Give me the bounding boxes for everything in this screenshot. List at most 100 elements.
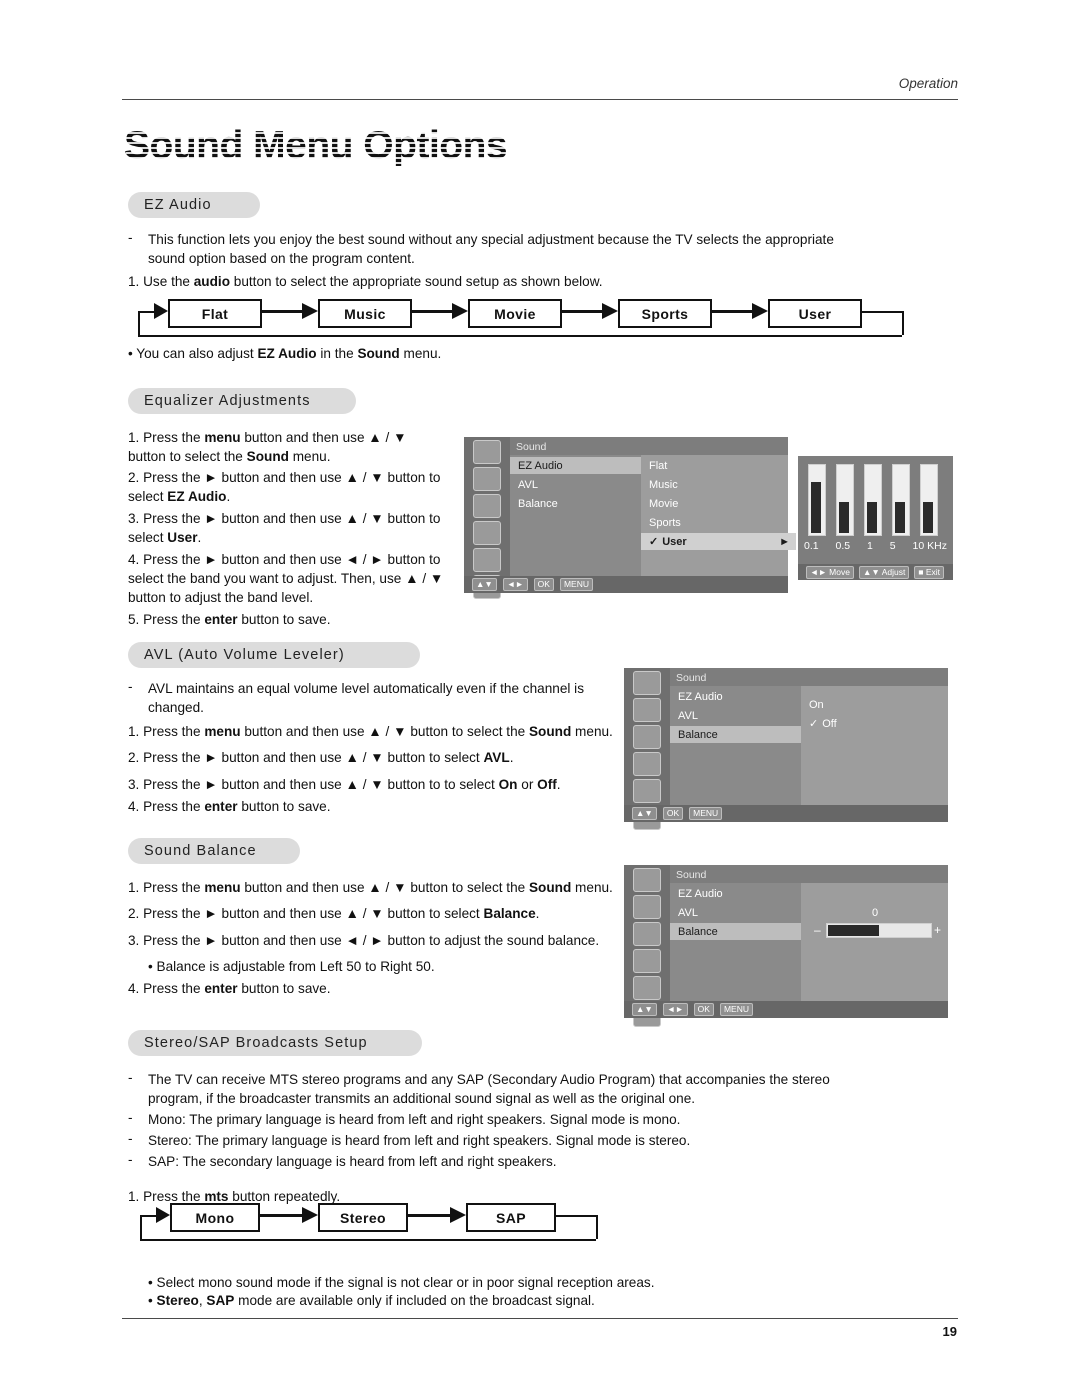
equalizer-bar-fill — [895, 502, 905, 533]
section-heading-ez-audio-label: EZ Audio — [144, 197, 212, 213]
timer-icon — [633, 922, 661, 946]
stereo-line-1: The TV can receive MTS stereo programs a… — [148, 1072, 830, 1106]
key-leftright: ◄► — [502, 578, 528, 591]
osd-check-icon: ✓ — [649, 536, 659, 548]
osd-balance-slider[interactable] — [826, 923, 932, 938]
page-title: Sound Menu Options — [124, 124, 510, 167]
balance-note: • Balance is adjustable from Left 50 to … — [148, 959, 435, 974]
osd-option-on[interactable]: On — [801, 696, 956, 713]
osd-bottom-bar-balance: ▲▼ ◄► OK MENU — [624, 1001, 948, 1018]
osd-option-flat[interactable]: Flat — [641, 457, 796, 474]
timer-icon — [473, 494, 501, 518]
osd-sound-avl: Sound EZ Audio AVL Balance On ✓ Off ▲▼ O… — [624, 668, 948, 830]
stereo-line-dash-4: - — [128, 1152, 133, 1167]
timer-icon — [633, 725, 661, 749]
balance-step-2: 2. Press the ► button and then use ▲ / ▼… — [128, 906, 540, 921]
sound-icon — [473, 521, 501, 545]
equalizer-band-label: 0.5 — [835, 540, 851, 552]
equalizer-bar[interactable] — [836, 464, 854, 536]
osd-menu-item-balance[interactable]: Balance — [670, 923, 809, 940]
equalizer-band-label: 5 — [889, 540, 896, 552]
stereo-note-2: • Stereo, SAP mode are available only if… — [148, 1293, 595, 1308]
equalizer-band-label: 10 KHz — [912, 540, 947, 552]
avl-desc-dash: - — [128, 679, 133, 694]
section-heading-equalizer: Equalizer Adjustments — [128, 388, 356, 414]
osd-option-movie[interactable]: Movie — [641, 495, 796, 512]
avl-description: AVL maintains an equal volume level auto… — [148, 681, 585, 715]
osd-sound-balance: Sound EZ Audio AVL Balance 0 – + ▲▼ ◄► O… — [624, 865, 948, 1027]
osd-title-equalizer: Sound — [516, 441, 547, 453]
equalizer-bar[interactable] — [920, 464, 938, 536]
equalizer-bar-fill — [923, 502, 933, 533]
equalizer-bar-fill — [867, 502, 877, 533]
stereo-note-1: • Select mono sound mode if the signal i… — [148, 1275, 655, 1290]
flow-box: Mono — [170, 1203, 260, 1232]
equalizer-graphic: 0.1 0.5 1 5 10 KHz ◄► Move ▲▼ Adjust ■ Exit — [798, 456, 953, 580]
osd-menu-item-ez-audio[interactable]: EZ Audio — [670, 885, 809, 902]
stereo-line-dash-3: - — [128, 1131, 133, 1146]
osd-menu-item-ez-audio[interactable]: EZ Audio — [670, 688, 809, 705]
osd-balance-minus[interactable]: – — [814, 923, 821, 937]
lock-icon — [473, 548, 501, 572]
osd-menu-item-ez-audio[interactable]: EZ Audio — [510, 457, 649, 474]
flow-box: Movie — [468, 299, 562, 328]
osd-menu-item-avl[interactable]: AVL — [670, 904, 809, 921]
osd-balance-value: 0 — [872, 907, 879, 919]
picture-icon — [633, 868, 661, 892]
equalizer-bar-fill — [839, 502, 849, 533]
osd-menu-item-balance[interactable]: Balance — [510, 495, 649, 512]
equalizer-bar[interactable] — [892, 464, 910, 536]
ez-audio-description: This function lets you enjoy the best so… — [148, 232, 834, 266]
osd-sound-equalizer: Sound EZ Audio AVL Balance Flat Music Mo… — [464, 437, 796, 599]
section-heading-avl-label: AVL (Auto Volume Leveler) — [144, 647, 345, 663]
equalizer-bar[interactable] — [808, 464, 826, 536]
key-menu: MENU — [559, 578, 593, 591]
sound-icon — [633, 949, 661, 973]
section-heading-stereo-sap: Stereo/SAP Broadcasts Setup — [128, 1030, 422, 1056]
key-ok: OK — [662, 807, 684, 820]
osd-option-sports[interactable]: Sports — [641, 514, 796, 531]
equalizer-step-3: 3. Press the ► button and then use ▲ / ▼… — [128, 511, 441, 545]
key-leftright: ◄► — [662, 1003, 688, 1016]
section-heading-balance: Sound Balance — [128, 838, 300, 864]
eq-key-move: ◄► Move — [806, 565, 854, 579]
avl-step-2: 2. Press the ► button and then use ▲ / ▼… — [128, 750, 514, 765]
stereo-line-dash-1: - — [128, 1070, 133, 1085]
flow-box: Sports — [618, 299, 712, 328]
lock-icon — [633, 779, 661, 803]
equalizer-band-label: 0.1 — [804, 540, 819, 552]
stereo-line-4: SAP: The secondary language is heard fro… — [148, 1154, 557, 1169]
osd-option-off-label: Off — [822, 717, 837, 730]
balance-step-3: 3. Press the ► button and then use ◄ / ►… — [128, 933, 600, 948]
key-updown: ▲▼ — [472, 578, 497, 591]
sound-icon — [633, 752, 661, 776]
screen-icon — [473, 467, 501, 491]
screen-icon — [633, 895, 661, 919]
equalizer-band-label: 1 — [867, 540, 873, 552]
osd-option-music[interactable]: Music — [641, 476, 796, 493]
key-ok: OK — [533, 578, 554, 591]
section-heading-balance-label: Sound Balance — [144, 843, 257, 859]
flow-box: SAP — [466, 1203, 556, 1232]
osd-menu-item-balance[interactable]: Balance — [670, 726, 809, 743]
osd-menu-item-avl[interactable]: AVL — [670, 707, 809, 724]
osd-title-balance: Sound — [676, 869, 707, 881]
osd-menu-item-avl[interactable]: AVL — [510, 476, 649, 493]
document-page: Operation Sound Menu Options EZ Audio - … — [0, 0, 1080, 1397]
equalizer-step-2: 2. Press the ► button and then use ▲ / ▼… — [128, 470, 441, 504]
osd-bottom-bar-avl: ▲▼ OK MENU — [624, 805, 948, 822]
equalizer-band-labels: 0.1 0.5 1 5 10 KHz — [804, 540, 947, 552]
osd-title-avl: Sound — [676, 672, 707, 684]
key-updown: ▲▼ — [632, 1003, 657, 1016]
flow-box: Stereo — [318, 1203, 408, 1232]
ez-audio-step-1: 1. Use the audio button to select the ap… — [128, 274, 603, 289]
equalizer-footer: ◄► Move ▲▼ Adjust ■ Exit — [798, 564, 953, 580]
balance-step-4: 4. Press the enter button to save. — [128, 981, 331, 996]
osd-option-off[interactable]: ✓ Off — [801, 715, 956, 732]
ez-audio-desc-dash: - — [128, 230, 133, 245]
osd-option-user[interactable]: ✓ User ► — [641, 533, 796, 550]
osd-balance-panel — [801, 883, 948, 1001]
equalizer-bar[interactable] — [864, 464, 882, 536]
osd-icon-column — [464, 437, 510, 599]
osd-balance-plus[interactable]: + — [934, 923, 941, 937]
